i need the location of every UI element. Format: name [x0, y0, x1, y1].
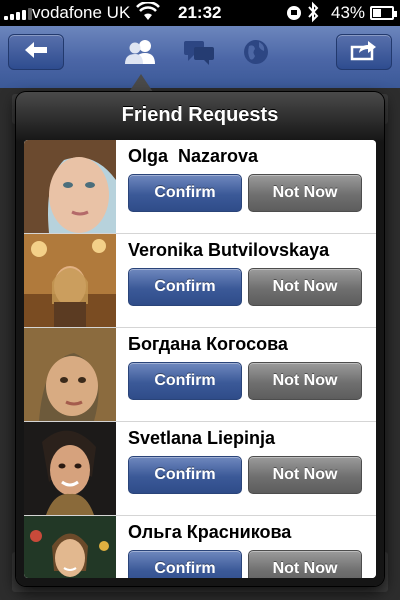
back-button[interactable]: [8, 34, 64, 70]
friend-requests-popover: Friend Requests Olga Nazarova Confirm No…: [16, 92, 384, 586]
request-name: Ольга Красникова: [128, 522, 292, 542]
popover-title: Friend Requests: [121, 104, 279, 126]
lock-rotation-icon: [285, 3, 303, 26]
list-item: Ольга Красникова Confirm Not Now: [24, 516, 376, 578]
confirm-button[interactable]: Confirm: [128, 456, 242, 494]
request-name: Svetlana Liepinja: [128, 428, 276, 448]
app-header: [0, 26, 400, 88]
avatar[interactable]: [24, 328, 116, 421]
friend-requests-list[interactable]: Olga Nazarova Confirm Not Now Veronika B…: [24, 140, 376, 578]
not-now-button[interactable]: Not Now: [248, 174, 362, 212]
share-arrow-icon: [350, 39, 378, 66]
not-now-button[interactable]: Not Now: [248, 550, 362, 578]
battery-icon: [370, 6, 397, 20]
avatar[interactable]: [24, 234, 116, 327]
wifi-icon: [136, 0, 160, 27]
avatar[interactable]: [24, 422, 116, 515]
confirm-button[interactable]: Confirm: [128, 362, 242, 400]
avatar[interactable]: [24, 140, 116, 233]
confirm-button[interactable]: Confirm: [128, 174, 242, 212]
battery-percent: 43%: [331, 3, 366, 22]
messages-icon[interactable]: [181, 36, 217, 68]
notifications-globe-icon[interactable]: [238, 36, 274, 68]
signal-bars-icon: [4, 8, 32, 20]
carrier-name: vodafone UK: [32, 3, 131, 22]
confirm-button[interactable]: Confirm: [128, 268, 242, 306]
not-now-button[interactable]: Not Now: [248, 456, 362, 494]
back-arrow-icon: [23, 40, 49, 65]
bluetooth-icon: [306, 1, 320, 28]
not-now-button[interactable]: Not Now: [248, 268, 362, 306]
list-item: Богдана Когосова Confirm Not Now: [24, 328, 376, 422]
list-item: Veronika Butvilovskaya Confirm Not Now: [24, 234, 376, 328]
clock: 21:32: [178, 3, 222, 22]
battery-fill: [373, 9, 381, 17]
confirm-button[interactable]: Confirm: [128, 550, 242, 578]
status-bar: vodafone UK 21:32 43%: [0, 0, 400, 26]
avatar[interactable]: [24, 516, 116, 578]
request-name: Veronika Butvilovskaya: [128, 240, 330, 260]
request-name: Olga Nazarova: [128, 146, 259, 166]
request-name: Богдана Когосова: [128, 334, 288, 354]
not-now-button[interactable]: Not Now: [248, 362, 362, 400]
list-item: Svetlana Liepinja Confirm Not Now: [24, 422, 376, 516]
list-item: Olga Nazarova Confirm Not Now: [24, 140, 376, 234]
share-button[interactable]: [336, 34, 392, 70]
popover-arrow: [129, 74, 153, 92]
friend-requests-icon[interactable]: [122, 36, 158, 68]
